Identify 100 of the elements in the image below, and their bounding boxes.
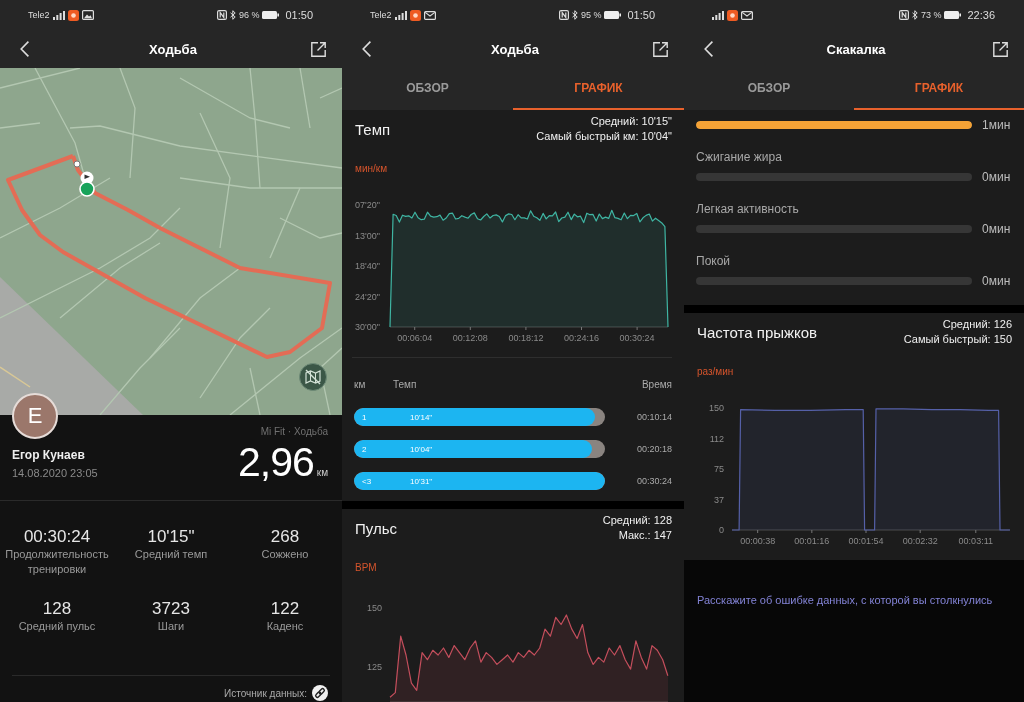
bluetooth-icon <box>911 10 918 20</box>
split-pace: 10'04" <box>410 444 433 454</box>
axis-unit: BPM <box>355 562 377 573</box>
screen-title: Ходьба <box>149 41 197 57</box>
axis-label: 00:18:12 <box>508 333 544 343</box>
nfc-icon <box>216 10 227 20</box>
axis-label: 00:03:11 <box>958 536 993 546</box>
axis-unit: мин/км <box>355 163 387 174</box>
app-notification-icon <box>409 9 421 21</box>
start-marker-icon <box>79 171 95 197</box>
clock-time: 22:36 <box>967 9 995 21</box>
battery-icon <box>604 11 622 19</box>
stat-label: Средний темп <box>134 547 208 562</box>
axis-label: 13'00" <box>355 229 380 242</box>
zone-value: 0мин <box>982 170 1012 184</box>
share-icon[interactable] <box>993 41 1008 57</box>
axis-label: 75 <box>714 464 724 474</box>
tab[interactable]: ОБЗОР <box>684 68 854 110</box>
column-header: Темп <box>393 378 417 392</box>
stat-value: 128 <box>42 599 72 619</box>
axis-label: 150 <box>366 603 382 613</box>
back-icon[interactable] <box>362 41 371 57</box>
summary-text: Средний: 126 <box>942 317 1012 332</box>
screen-title: Ходьба <box>491 41 539 57</box>
zone-label: Покой <box>696 253 732 269</box>
axis-label: 37 <box>714 494 724 505</box>
stat-label: Средний пульс <box>18 619 96 634</box>
screen-title: Скакалка <box>826 41 886 57</box>
nfc-icon <box>898 10 909 20</box>
axis-label: 00:01:54 <box>848 536 884 546</box>
data-source-label: Источник данных: <box>224 687 307 699</box>
source-label: Mi Fit · Ходьба <box>260 426 328 437</box>
stat-label: Сожжено <box>261 547 309 562</box>
zone-value: 0мин <box>982 274 1012 288</box>
mail-icon <box>423 10 436 20</box>
axis-label: 112 <box>709 433 724 444</box>
axis-label: 24'20" <box>355 290 380 303</box>
zone-value: 1мин <box>982 118 1012 132</box>
split-km: <3 <box>362 476 373 486</box>
split-time: 00:10:14 <box>636 412 672 422</box>
stat-value: 00:30:24 <box>23 527 91 547</box>
app-notification-icon <box>727 9 738 21</box>
mail-icon <box>741 10 753 20</box>
carrier-name: Tele2 <box>370 10 392 20</box>
user-name: Егор Кунаев <box>12 448 86 462</box>
workout-date: 14.08.2020 23:05 <box>12 467 98 479</box>
split-time: 00:20:18 <box>636 444 672 454</box>
back-icon[interactable] <box>20 41 29 57</box>
nfc-icon <box>558 10 569 20</box>
summary-text: Самый быстрый: 150 <box>903 332 1012 347</box>
split-pace: 10'14" <box>410 412 433 422</box>
axis-label: 18'40" <box>355 260 380 272</box>
avatar: E <box>12 393 58 439</box>
feedback-link[interactable]: Расскажите об ошибке данных, с которой вы столкнулись <box>697 594 993 606</box>
column-header: Время <box>641 378 672 392</box>
axis-label: 0 <box>719 525 724 535</box>
image-icon <box>81 10 94 20</box>
battery-percent: 95 % <box>580 10 602 20</box>
summary-text: Самый быстрый км: 10'04" <box>536 129 672 144</box>
axis-label: 00:02:32 <box>902 536 938 546</box>
column-header: км <box>354 378 366 392</box>
axis-label: 00:00:38 <box>740 536 776 546</box>
axis-label: 00:06:04 <box>397 333 433 343</box>
bluetooth-icon <box>571 10 578 20</box>
axis-label: 00:01:16 <box>794 536 830 546</box>
stat-value: 3723 <box>152 599 190 619</box>
link-icon <box>312 685 328 701</box>
route-dot-icon <box>73 160 81 168</box>
section-title: Пульс <box>355 519 398 537</box>
bluetooth-icon <box>229 10 236 20</box>
axis-label: 30'00" <box>355 321 380 333</box>
axis-unit: раз/мин <box>697 366 734 377</box>
clock-time: 01:50 <box>627 9 655 21</box>
signal-icon <box>52 10 65 20</box>
stat-label: Продолжительность тренировки <box>4 547 110 577</box>
battery-icon <box>262 11 280 19</box>
share-icon[interactable] <box>653 41 668 57</box>
distance-unit: км <box>316 467 328 478</box>
zone-label: Легкая активность <box>696 201 800 217</box>
carrier-name: Tele2 <box>28 10 50 20</box>
stat-value: 268 <box>270 527 300 547</box>
zone-value: 0мин <box>982 222 1012 236</box>
axis-label: 00:30:24 <box>619 333 655 343</box>
share-icon[interactable] <box>311 41 326 57</box>
battery-icon <box>944 11 962 19</box>
battery-percent: 96 % <box>238 10 260 20</box>
distance-value: 2,96 <box>237 442 314 482</box>
stat-value: 122 <box>270 599 300 619</box>
stat-label: Каденс <box>266 619 304 634</box>
app-notification-icon <box>67 9 79 21</box>
back-icon[interactable] <box>704 41 713 57</box>
split-time: 00:30:24 <box>636 476 672 486</box>
section-title: Частота прыжков <box>697 323 818 341</box>
axis-label: 00:24:16 <box>564 333 599 343</box>
stat-value: 10'15" <box>147 527 195 547</box>
stat-label: Шаги <box>157 619 185 634</box>
section-title: Темп <box>355 120 391 138</box>
axis-label: 07'20" <box>355 199 380 211</box>
split-km: 2 <box>362 444 368 454</box>
tab[interactable]: ОБЗОР <box>342 68 513 110</box>
